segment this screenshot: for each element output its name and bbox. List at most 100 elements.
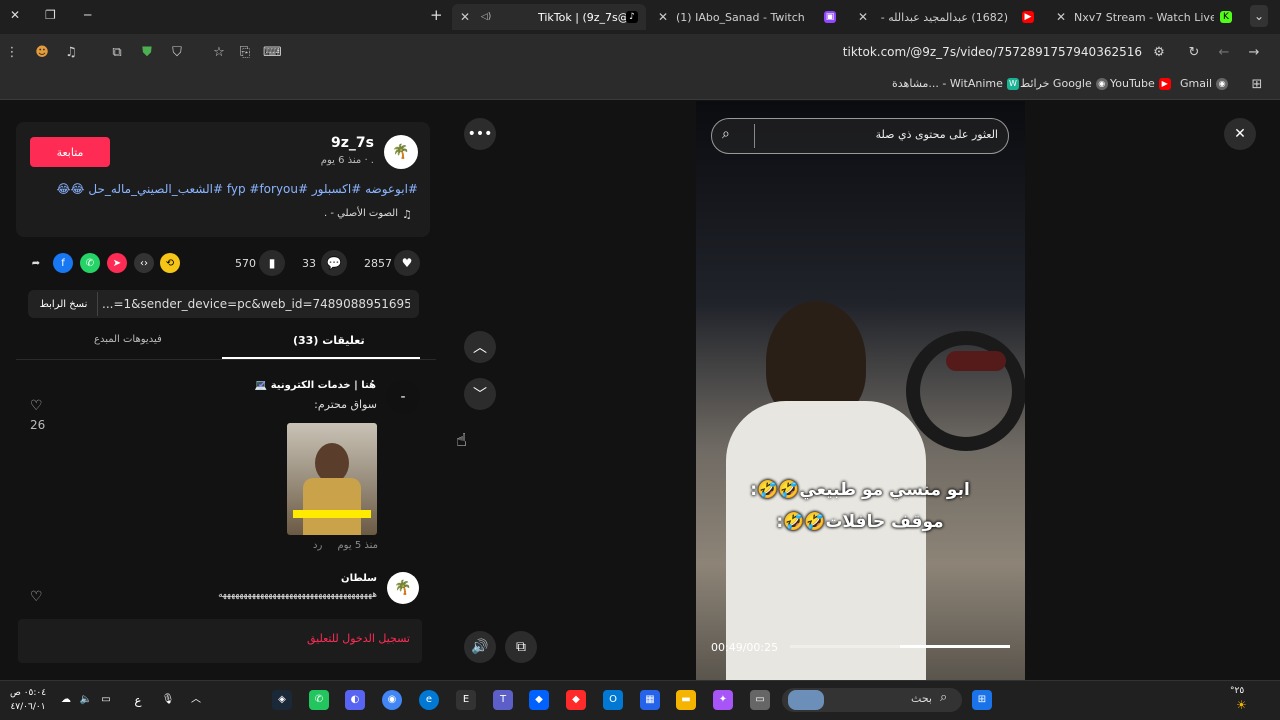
security-icon[interactable]: ⛉ [168,44,186,62]
reload-icon[interactable]: ↻ [1185,44,1203,62]
extension-icon[interactable]: ☻ [33,44,51,62]
volume-button[interactable]: 🔊 [464,631,496,663]
pip-button[interactable]: ⧉ [505,631,537,663]
share-link[interactable]: ...=1&sender_device=pc&web_id=7489088951… [102,297,410,311]
edge-icon[interactable]: e [419,690,439,710]
like-button[interactable]: ♥ [394,250,420,276]
teams-icon[interactable]: T [493,690,513,710]
outlook-icon[interactable]: O [603,690,623,710]
tab-twitch[interactable]: ✕ (1) IAbo_Sanad - Twitch ▣ [650,4,846,30]
divider [754,124,755,148]
chrome-icon[interactable]: ◉ [382,690,402,710]
tray-overflow-icon[interactable]: ︿ [186,690,206,710]
bookmark-maps[interactable]: خرائط Google ◉ [1020,77,1108,90]
video-player[interactable] [696,101,1025,680]
audio-icon[interactable]: ◁) [480,11,492,23]
comment-like-icon[interactable]: ♡ [30,398,43,414]
search-highlight-icon [788,690,824,710]
facebook-icon[interactable]: f [53,253,73,273]
forward-icon[interactable]: ← [1215,44,1233,62]
embed-icon[interactable]: ‹› [134,253,154,273]
cloud-icon[interactable]: ☁ [56,690,76,710]
anydesk-icon[interactable]: ◆ [566,690,586,710]
comment-like-icon[interactable]: ♡ [30,589,43,605]
whatsapp-icon[interactable]: ✆ [80,253,100,273]
microphone-icon[interactable]: 🎙 [158,690,178,710]
weather-icon[interactable]: ☀ [1236,698,1247,712]
commenter-avatar[interactable]: 🌴 [387,572,419,604]
more-options-button[interactable]: ••• [464,118,496,150]
comment-button[interactable]: 💬 [321,250,347,276]
follow-button[interactable]: متابعة [30,137,110,167]
tab-youtube[interactable]: ✕ (1682) عبدالمجيد عبدالله - شويخ ▶ [850,4,1044,30]
close-tab-icon[interactable]: ✕ [858,10,868,24]
menu-icon[interactable]: ⋮ [3,44,21,62]
address-bar[interactable]: tiktok.com/@9z_7s/video/7572891757940362… [843,45,1142,59]
login-to-comment-link[interactable]: تسجيل الدخول للتعليق [220,632,410,645]
username[interactable]: 9z_7s [300,135,374,151]
language-indicator[interactable]: ع [128,690,148,710]
restore-window-icon[interactable]: ❐ [45,8,56,22]
speaker-icon[interactable]: 🔈 [76,690,96,710]
next-video-button[interactable]: ﹀ [464,378,496,410]
minimize-window-icon[interactable]: ─ [84,8,91,22]
cast-icon[interactable]: ⎘ [236,44,254,62]
close-window-icon[interactable]: ✕ [10,8,20,22]
close-tab-icon[interactable]: ✕ [460,10,470,24]
display-icon[interactable]: ▭ [96,690,116,710]
new-tab-icon[interactable]: + [430,6,443,24]
epic-games-icon[interactable]: E [456,690,476,710]
reply-link[interactable]: رد [313,540,322,551]
image-caption-bar [293,510,371,518]
repost-icon[interactable]: ⟲ [160,253,180,273]
discord-icon[interactable]: ◐ [345,690,365,710]
window-icon[interactable]: ▭ [750,690,770,710]
whatsapp-app-icon[interactable]: ✆ [309,690,329,710]
video-progress-bar[interactable] [790,645,1010,648]
dropbox-icon[interactable]: ◆ [529,690,549,710]
shield-icon[interactable]: ⛊ [138,44,156,62]
search-input[interactable]: العثور على محتوى ذي صلة [760,128,998,141]
bookmark-witanime[interactable]: مشاهدة... - WitAnime W [892,77,1019,90]
copy-link-button[interactable]: نسخ الرابط [30,292,98,316]
media-icon[interactable]: ♫ [62,44,80,62]
weather-temp[interactable]: °٢٥ [1230,686,1244,696]
close-video-button[interactable]: ✕ [1224,118,1256,150]
clock-date[interactable]: ٤٧/٠٦/٠١ [8,702,48,712]
start-windows-icon[interactable]: ⊞ [972,690,992,710]
previous-video-button[interactable]: ︿ [464,331,496,363]
tab-list-icon[interactable]: ⌄ [1250,5,1268,27]
bookmark-youtube[interactable]: YouTube ▶ [1110,77,1171,90]
search-icon[interactable]: ⌕ [722,126,730,142]
copilot-icon[interactable]: ✦ [713,690,733,710]
tab-creator-videos[interactable]: فيديوهات المبدع [94,334,162,345]
tab-kick[interactable]: ✕ Nxv7 Stream - Watch Live on Ki K [1048,4,1238,30]
clock-time[interactable]: ٠٥:٠٤ ص [8,688,48,698]
file-explorer-icon[interactable]: ▬ [676,690,696,710]
more-icon: ••• [467,126,493,142]
comment-image[interactable] [287,423,377,535]
close-tab-icon[interactable]: ✕ [1056,10,1066,24]
steam-icon[interactable]: ◈ [272,690,292,710]
store-icon[interactable]: ▦ [640,690,660,710]
bookmark-gmail[interactable]: Gmail ◉ [1180,77,1229,90]
comment-like-count: 26 [30,418,46,432]
commenter-avatar[interactable]: - [386,380,420,414]
sound-name[interactable]: الصوت الأصلي - . [240,208,398,219]
comment-author[interactable]: سلطان [300,573,377,584]
heart-icon: ♥ [401,256,413,270]
bookmark-star-icon[interactable]: ☆ [210,44,228,62]
apps-grid-icon[interactable]: ⊞ [1248,76,1266,94]
site-settings-icon[interactable]: ⚙ [1150,44,1168,62]
close-tab-icon[interactable]: ✕ [658,10,668,24]
tab-comments[interactable]: تعليقات (33) [293,334,365,347]
browser-tab-bar: ✕ ❐ ─ + ✕ ◁) TikTok | (9z_7s@) . ♪ ✕ (1)… [0,0,1280,34]
save-button[interactable]: ▮ [259,250,285,276]
extensions-icon[interactable]: ⧉ [108,44,126,62]
send-icon[interactable]: ➤ [107,253,127,273]
avatar[interactable]: 🌴 [384,135,418,169]
share-icon[interactable]: ➦ [26,253,46,273]
translate-icon[interactable]: ⌨ [263,44,282,62]
back-icon[interactable]: → [1245,44,1263,62]
tab-tiktok[interactable]: ✕ ◁) TikTok | (9z_7s@) . ♪ [452,4,646,30]
